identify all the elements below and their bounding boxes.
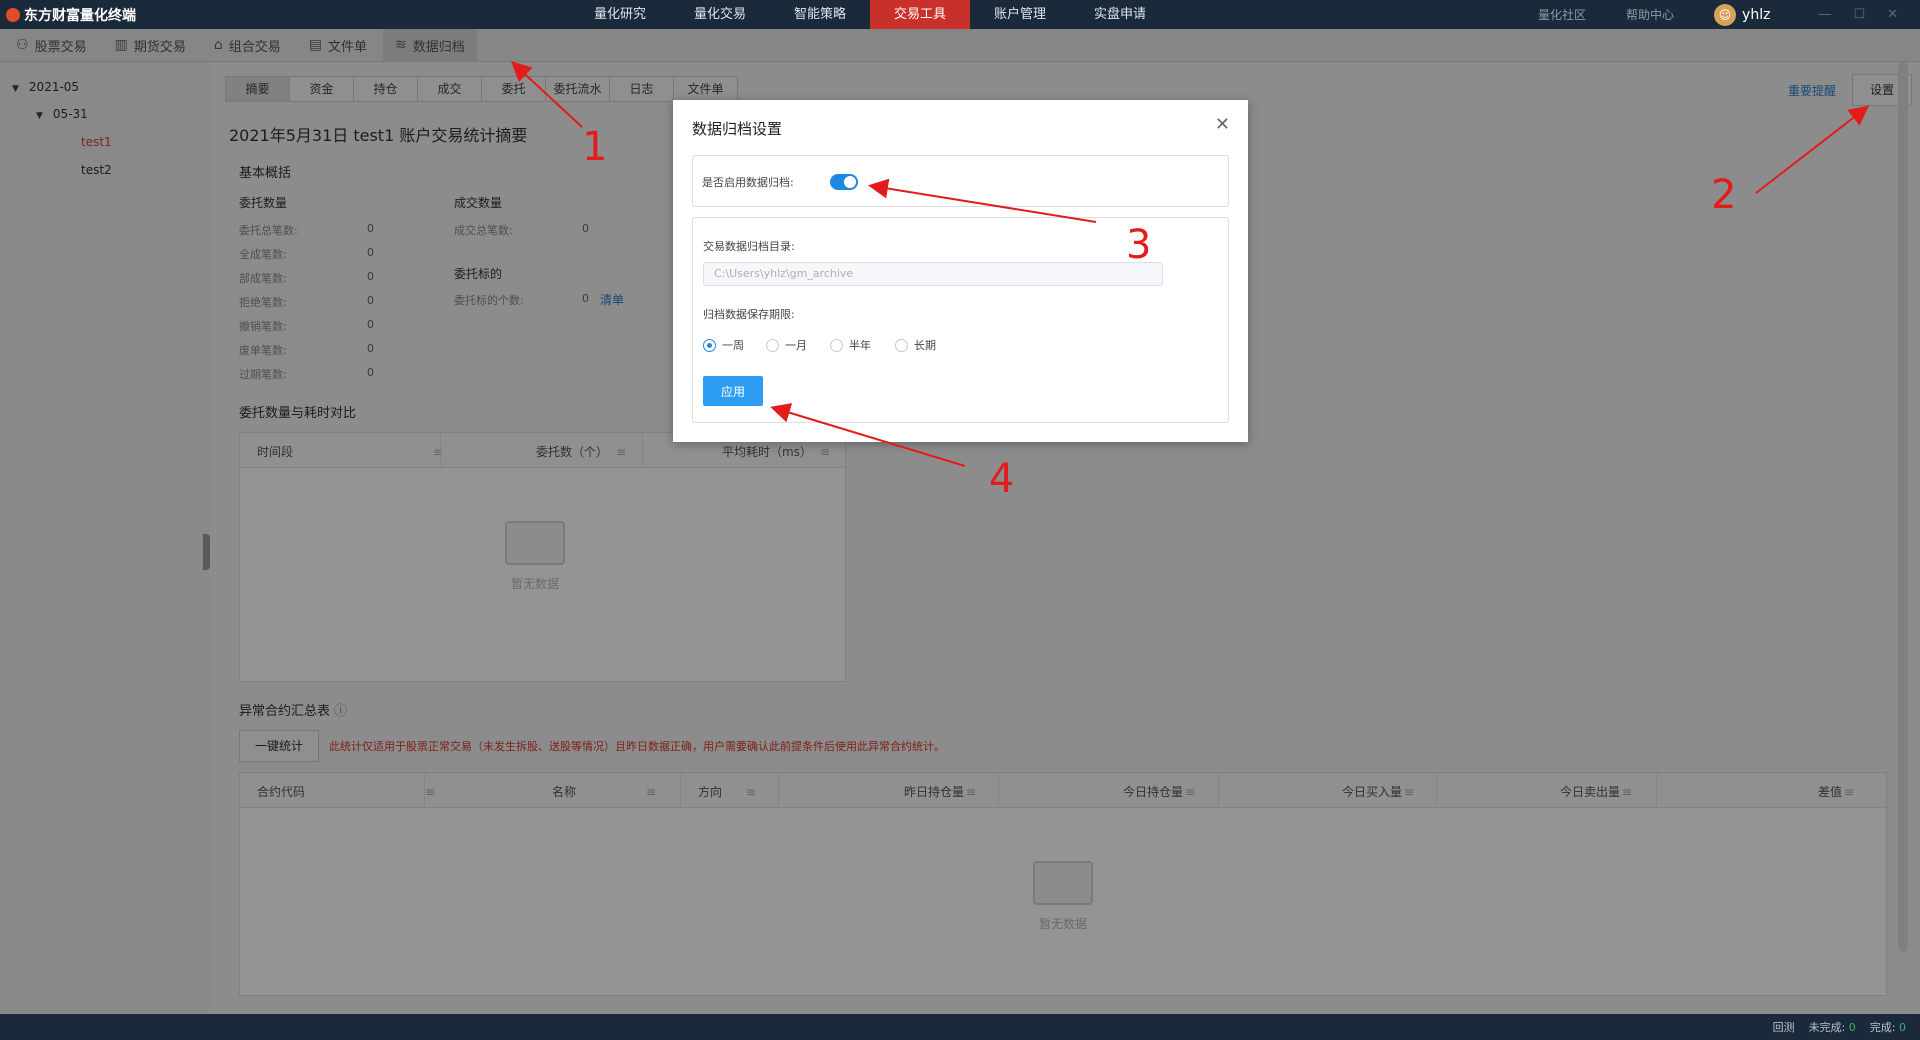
annotation-number: 1	[582, 124, 608, 170]
radio-label: 一周	[722, 339, 744, 352]
minimize-icon[interactable]: —	[1818, 7, 1831, 22]
title-bar: 东方财富量化终端 量化研究 量化交易 智能策略 交易工具 账户管理 实盘申请 量…	[0, 0, 1920, 29]
status-bar: 回测 未完成: 0 完成: 0	[0, 1014, 1920, 1040]
archive-toggle[interactable]	[830, 174, 858, 190]
close-window-icon[interactable]: ✕	[1887, 7, 1898, 22]
done-count: 0	[1899, 1021, 1906, 1034]
pending-label: 未完成:	[1808, 1021, 1846, 1034]
apply-button[interactable]: 应用	[703, 376, 763, 406]
radio-dot	[766, 338, 779, 352]
app-logo: 东方财富量化终端	[6, 5, 136, 25]
radio-one-week[interactable]: 一周	[703, 337, 744, 353]
app-title: 东方财富量化终端	[24, 8, 136, 24]
nav-trade-tools[interactable]: 交易工具	[870, 0, 970, 29]
logo-icon	[6, 8, 20, 22]
annotation-number: 4	[989, 456, 1015, 502]
radio-label: 长期	[914, 339, 936, 352]
nav-trading[interactable]: 量化交易	[670, 0, 770, 29]
nav-research[interactable]: 量化研究	[570, 0, 670, 29]
dir-label: 交易数据归档目录:	[703, 240, 795, 253]
period-label: 归档数据保存期限:	[703, 308, 795, 321]
enable-label: 是否启用数据归档:	[702, 176, 794, 189]
username[interactable]: yhlz	[1742, 7, 1770, 23]
radio-dot	[895, 338, 908, 352]
annotation-number: 2	[1711, 172, 1737, 218]
radio-long-term[interactable]: 长期	[895, 337, 936, 353]
radio-label: 一月	[785, 339, 807, 352]
dialog-title: 数据归档设置	[692, 120, 783, 138]
avatar[interactable]: ☺	[1714, 3, 1737, 26]
radio-one-month[interactable]: 一月	[766, 337, 807, 353]
pending-count: 0	[1848, 1021, 1856, 1034]
radio-dot	[703, 338, 716, 352]
help-link[interactable]: 帮助中心	[1626, 6, 1674, 23]
pending-status: 未完成: 0	[1809, 1019, 1856, 1035]
nav-strategy[interactable]: 智能策略	[770, 0, 870, 29]
nav-account[interactable]: 账户管理	[970, 0, 1070, 29]
radio-half-year[interactable]: 半年	[830, 337, 871, 353]
top-right-area: 量化社区 帮助中心 ☺ yhlz — ☐ ✕	[1538, 0, 1920, 29]
maximize-icon[interactable]: ☐	[1853, 7, 1865, 22]
community-link[interactable]: 量化社区	[1538, 6, 1586, 23]
done-label: 完成:	[1869, 1021, 1896, 1034]
done-status: 完成: 0	[1870, 1019, 1906, 1035]
close-icon[interactable]: ✕	[1215, 114, 1230, 135]
nav-live-apply[interactable]: 实盘申请	[1070, 0, 1170, 29]
mode-label: 回测	[1772, 1021, 1795, 1034]
archive-settings-dialog: 数据归档设置 ✕ 是否启用数据归档: 交易数据归档目录: 归档数据保存期限: 一…	[673, 100, 1248, 442]
archive-dir-input[interactable]	[703, 262, 1163, 286]
toggle-knob	[844, 176, 856, 188]
radio-label: 半年	[849, 339, 871, 352]
radio-dot	[830, 338, 843, 352]
top-nav: 量化研究 量化交易 智能策略 交易工具 账户管理 实盘申请	[570, 0, 1170, 29]
enable-panel: 是否启用数据归档:	[692, 155, 1229, 207]
annotation-number: 3	[1126, 222, 1152, 268]
